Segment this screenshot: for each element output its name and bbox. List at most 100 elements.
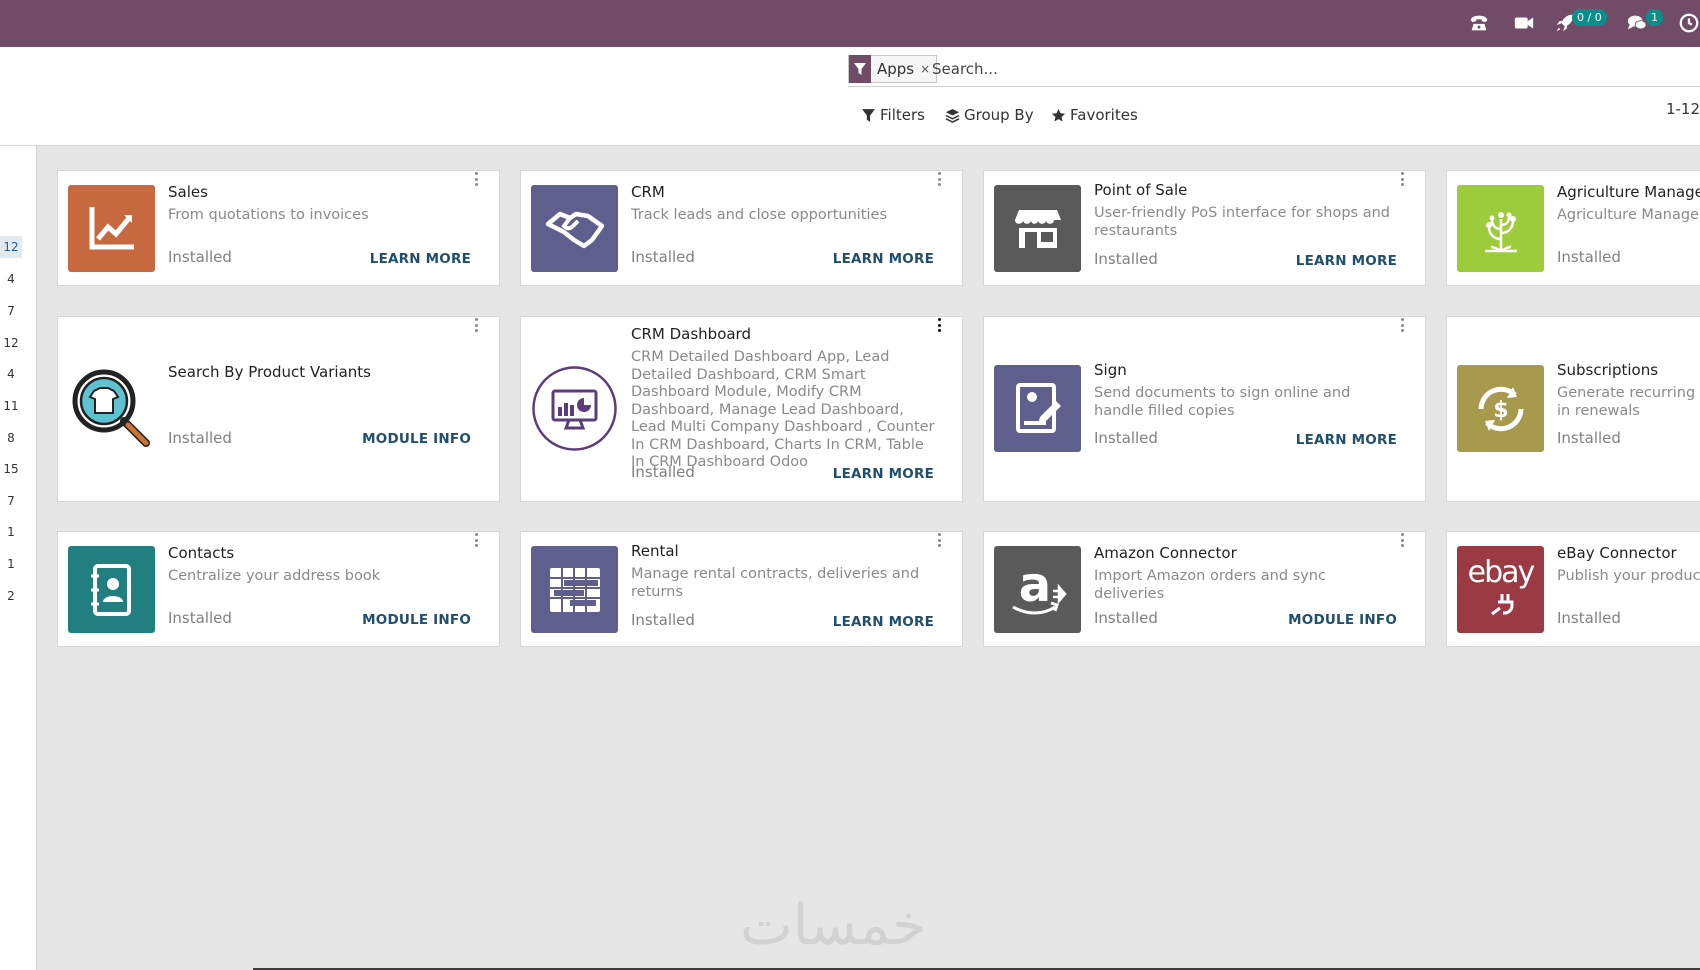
- app-title: Sales: [168, 183, 208, 201]
- app-title: Search By Product Variants: [168, 363, 371, 381]
- magnifier-shirt-icon: [68, 365, 155, 452]
- category-count[interactable]: 4: [0, 367, 22, 381]
- group-by-button[interactable]: Group By: [945, 103, 1034, 127]
- app-title: Amazon Connector: [1094, 544, 1237, 562]
- app-status: Installed: [168, 248, 232, 266]
- calendar-table-icon: [531, 546, 618, 633]
- card-menu-button[interactable]: [473, 318, 479, 332]
- app-title: Subscriptions: [1557, 361, 1659, 379]
- card-menu-button[interactable]: [1399, 318, 1405, 332]
- app-card-subscriptions[interactable]: $ Subscriptions Generate recurring in re…: [1446, 316, 1700, 502]
- module-info-link[interactable]: MODULE INFO: [362, 431, 471, 447]
- app-card-sign[interactable]: Sign Send documents to sign online and h…: [983, 316, 1426, 502]
- app-title: Sign: [1094, 361, 1127, 379]
- app-status: Installed: [1557, 429, 1621, 447]
- clock-icon[interactable]: [1678, 10, 1700, 36]
- app-card-rental[interactable]: Rental Manage rental contracts, deliveri…: [520, 531, 963, 647]
- app-card-point-of-sale[interactable]: Point of Sale User-friendly PoS interfac…: [983, 170, 1426, 286]
- category-count[interactable]: 12: [0, 236, 22, 258]
- category-count[interactable]: 7: [0, 304, 22, 318]
- category-count[interactable]: 1: [0, 525, 22, 539]
- app-title: Rental: [631, 542, 679, 560]
- card-menu-button[interactable]: [473, 172, 479, 186]
- learn-more-link[interactable]: LEARN MORE: [833, 251, 934, 267]
- app-summary: Generate recurring in renewals: [1557, 385, 1696, 419]
- learn-more-link[interactable]: LEARN MORE: [1296, 253, 1397, 269]
- search-facet[interactable]: Apps ×: [848, 55, 938, 83]
- plant-icon: [1457, 185, 1544, 272]
- app-card-agriculture[interactable]: Agriculture Managen Agriculture Managem …: [1446, 170, 1700, 286]
- svg-text:$: $: [1493, 398, 1508, 423]
- search-input[interactable]: [932, 57, 1632, 81]
- filters-button[interactable]: Filters: [861, 103, 925, 127]
- address-book-icon: [68, 546, 155, 633]
- app-summary: Manage rental contracts, deliveries and …: [631, 566, 920, 600]
- rocket-badge: 0 / 0: [1572, 9, 1607, 26]
- facet-label: Apps: [877, 60, 915, 78]
- category-count[interactable]: 2: [0, 589, 22, 603]
- filter-icon: [862, 108, 875, 122]
- app-card-search-by-product-variants[interactable]: Search By Product Variants Installed MOD…: [57, 316, 500, 502]
- app-summary: Agriculture Managem: [1557, 207, 1700, 223]
- card-menu-button[interactable]: [473, 533, 479, 547]
- chat-badge: 1: [1646, 9, 1663, 26]
- video-camera-icon[interactable]: [1513, 10, 1535, 36]
- category-count[interactable]: 15: [0, 462, 22, 476]
- card-menu-button[interactable]: [936, 318, 942, 332]
- group-by-label: Group By: [964, 106, 1034, 124]
- module-info-link[interactable]: MODULE INFO: [1288, 612, 1397, 628]
- monitor-chart-icon: [531, 365, 618, 452]
- recurring-dollar-icon: $: [1457, 365, 1544, 452]
- app-card-contacts[interactable]: Contacts Centralize your address book In…: [57, 531, 500, 647]
- category-count[interactable]: 7: [0, 494, 22, 508]
- app-status: Installed: [168, 429, 232, 447]
- amazon-icon: a: [994, 546, 1081, 633]
- category-count[interactable]: 8: [0, 431, 22, 445]
- app-summary: Send documents to sign online and handle…: [1094, 385, 1351, 419]
- app-summary: Centralize your address book: [168, 568, 381, 584]
- search-bar: Apps ×: [848, 55, 1700, 87]
- app-summary: Publish your product: [1557, 568, 1700, 584]
- svg-text:a: a: [1018, 557, 1050, 613]
- learn-more-link[interactable]: LEARN MORE: [833, 466, 934, 482]
- app-title: CRM Dashboard: [631, 325, 751, 343]
- app-status: Installed: [168, 609, 232, 627]
- star-icon: [1051, 108, 1066, 121]
- app-card-sales[interactable]: Sales From quotations to invoices Instal…: [57, 170, 500, 286]
- favorites-button[interactable]: Favorites: [1051, 103, 1138, 127]
- app-card-ebay-connector[interactable]: ebay eBay Connector Publish your product…: [1446, 531, 1700, 647]
- handshake-icon: [531, 185, 618, 272]
- pager-value[interactable]: 1-12: [1666, 100, 1700, 118]
- app-status: Installed: [1557, 248, 1621, 266]
- learn-more-link[interactable]: LEARN MORE: [370, 251, 471, 267]
- app-title: CRM: [631, 183, 665, 201]
- chat-icon[interactable]: [1626, 10, 1648, 36]
- app-card-crm[interactable]: CRM Track leads and close opportunities …: [520, 170, 963, 286]
- module-info-link[interactable]: MODULE INFO: [362, 612, 471, 628]
- learn-more-link[interactable]: LEARN MORE: [1296, 432, 1397, 448]
- category-count[interactable]: 4: [0, 272, 22, 286]
- card-menu-button[interactable]: [1399, 172, 1405, 186]
- app-title: Contacts: [168, 544, 235, 562]
- app-card-crm-dashboard[interactable]: CRM Dashboard CRM Detailed Dashboard App…: [520, 316, 963, 502]
- category-sidebar: 12 4 7 12 4 11 8 15 7 1 1 2: [0, 146, 37, 970]
- learn-more-link[interactable]: LEARN MORE: [833, 614, 934, 630]
- app-title: Point of Sale: [1094, 181, 1188, 199]
- card-menu-button[interactable]: [936, 533, 942, 547]
- ebay-logo-text: ebay: [1467, 555, 1536, 590]
- control-panel: Apps ×: [0, 47, 1700, 146]
- app-summary: User-friendly PoS interface for shops an…: [1094, 205, 1390, 239]
- phone-icon[interactable]: [1468, 10, 1490, 36]
- category-count[interactable]: 1: [0, 557, 22, 571]
- sales-chart-icon: [68, 185, 155, 272]
- app-title: Agriculture Managen: [1557, 183, 1700, 201]
- card-menu-button[interactable]: [936, 172, 942, 186]
- favorites-label: Favorites: [1070, 106, 1138, 124]
- app-summary: Track leads and close opportunities: [631, 207, 887, 223]
- category-count[interactable]: 11: [0, 399, 22, 413]
- app-card-amazon-connector[interactable]: a Amazon Connector Import Amazon orders …: [983, 531, 1426, 647]
- app-status: Installed: [631, 248, 695, 266]
- app-summary: From quotations to invoices: [168, 207, 369, 223]
- card-menu-button[interactable]: [1399, 533, 1405, 547]
- category-count[interactable]: 12: [0, 336, 22, 350]
